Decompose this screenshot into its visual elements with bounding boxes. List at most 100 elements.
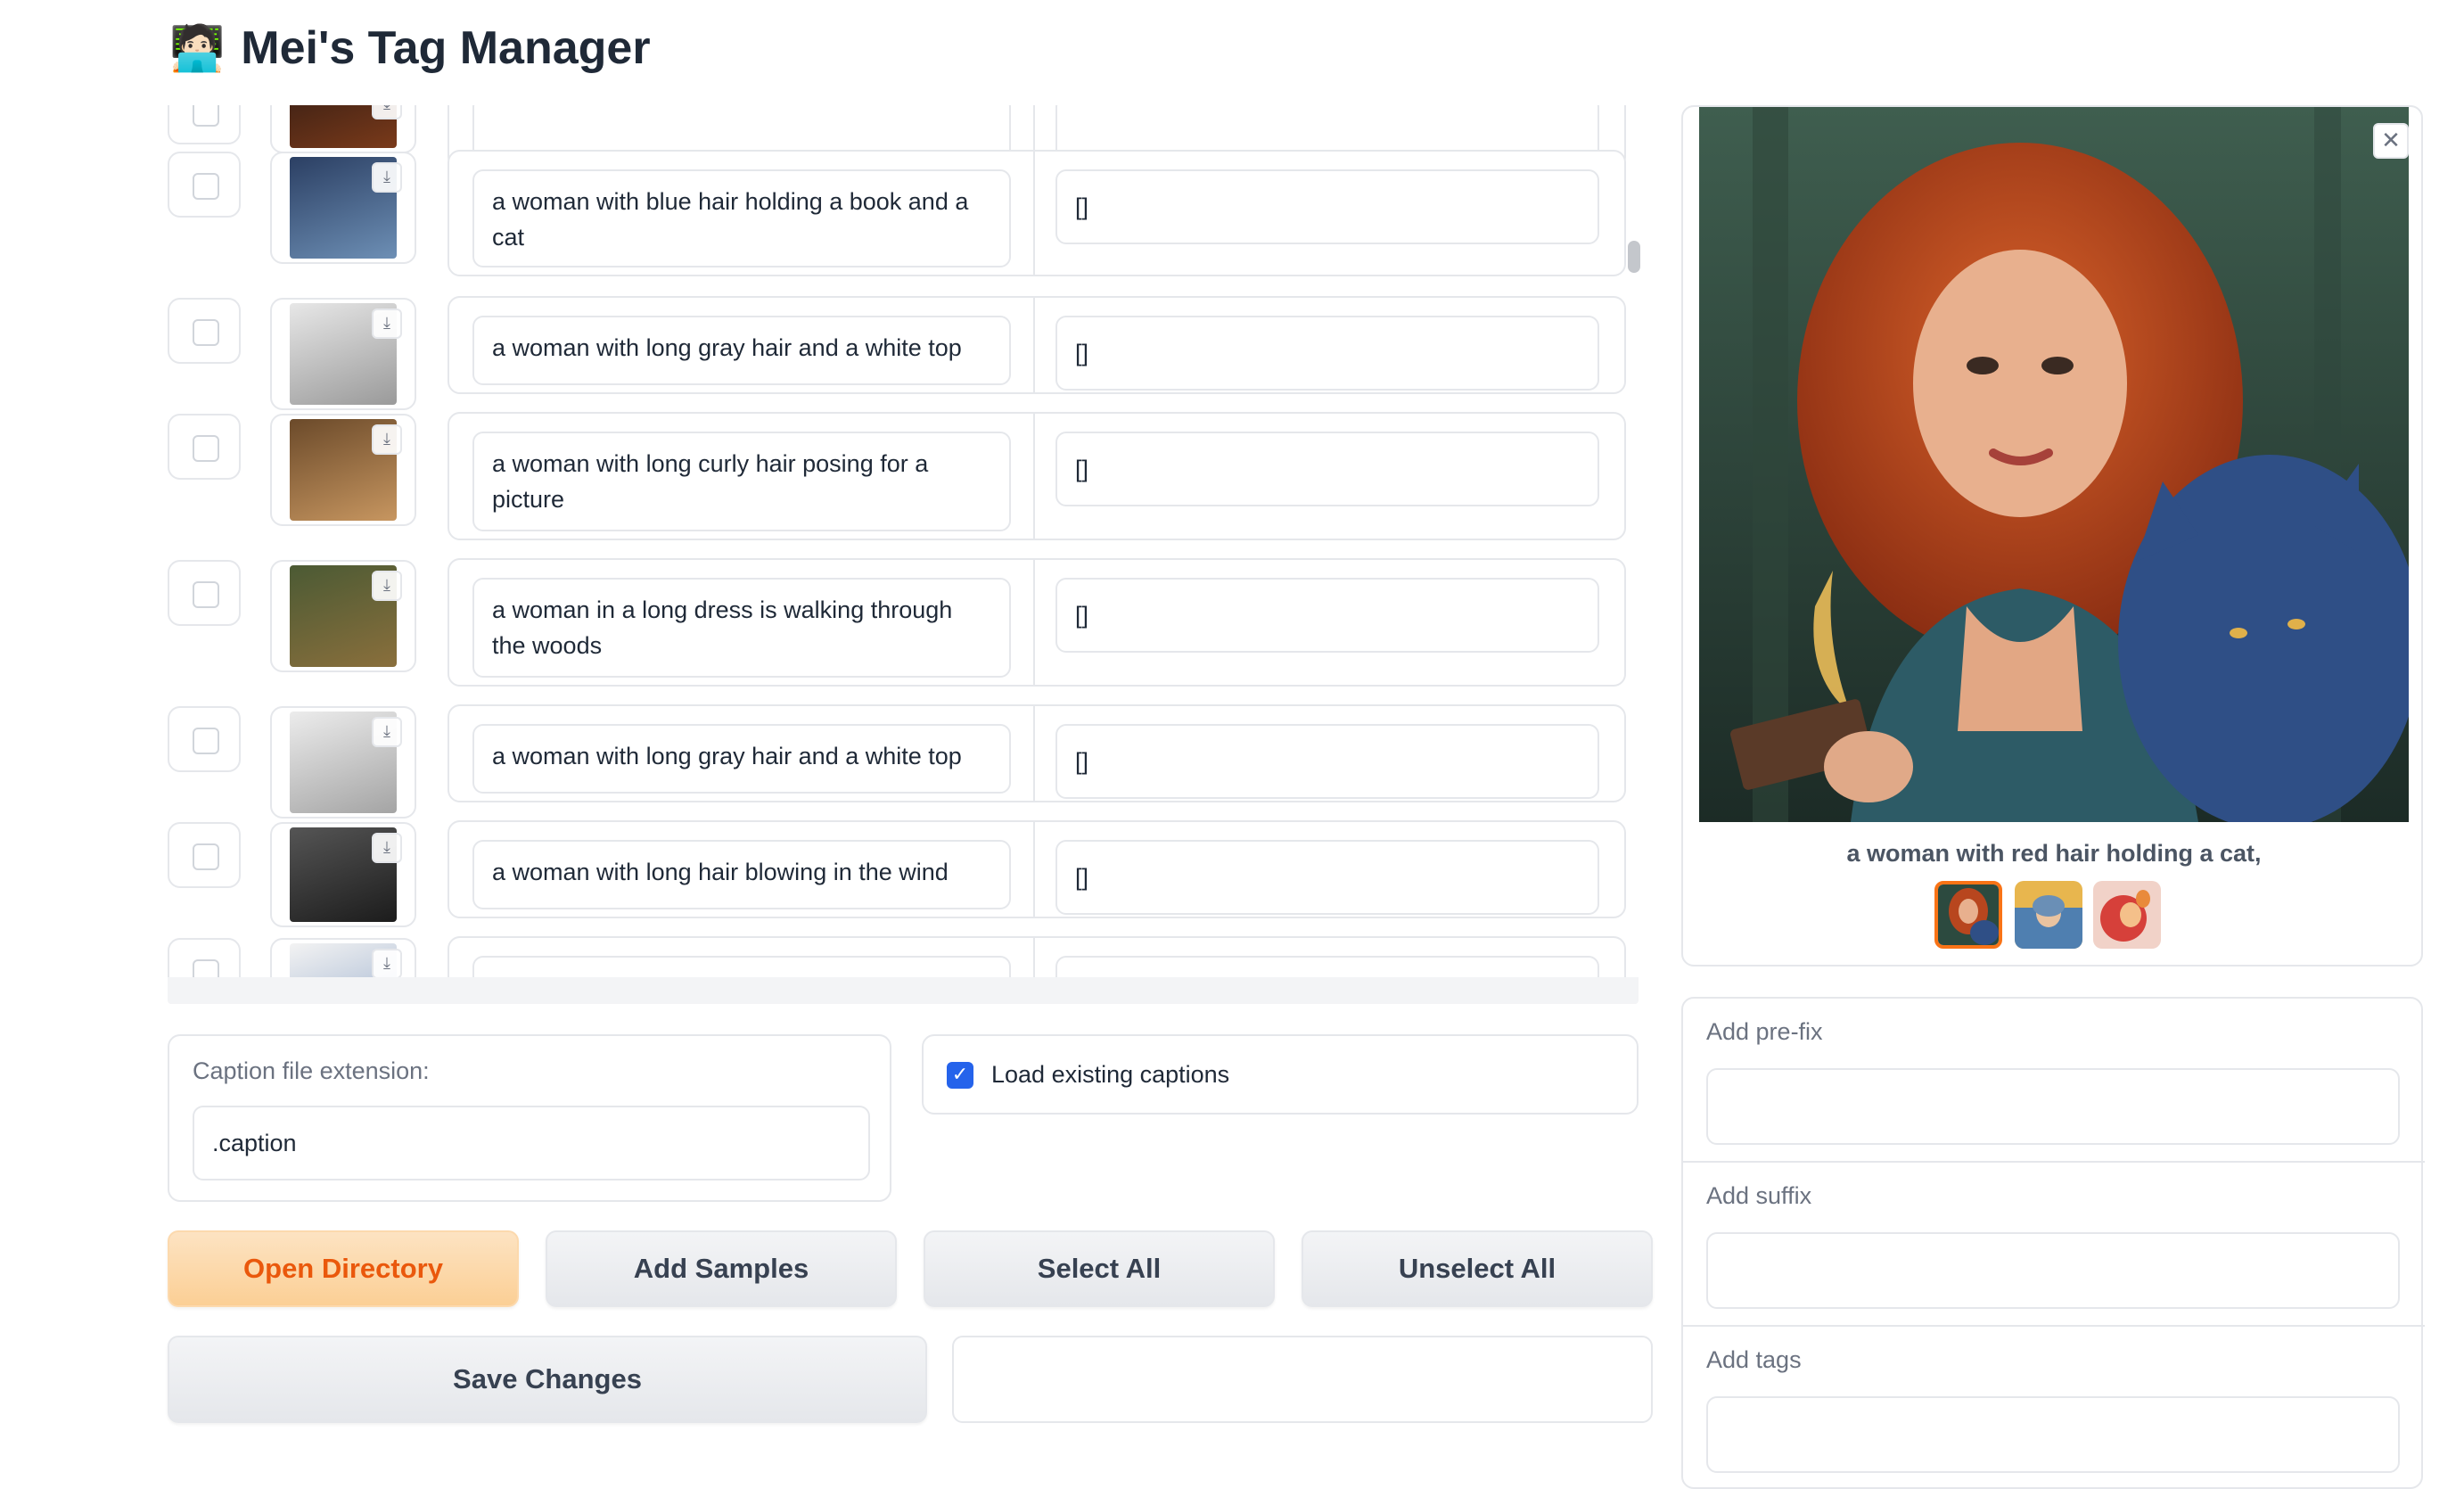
image-gallery: ✕ a woman with red hair holding a cat, [1681, 105, 2423, 967]
tags-input[interactable]: [] [1055, 578, 1599, 653]
row-select-checkbox[interactable] [168, 822, 241, 888]
load-existing-panel: ✓ Load existing captions [922, 1034, 1639, 1115]
download-icon[interactable]: ⤓ [372, 571, 402, 601]
row-select-checkbox[interactable] [168, 560, 241, 626]
load-existing-checkbox[interactable]: ✓ [947, 1061, 973, 1089]
caption-input[interactable]: a woman with long gray hair and a white … [472, 724, 1011, 794]
download-icon[interactable]: ⤓ [372, 308, 402, 339]
table-row: ⤓ a woman with long hair blowing in the w… [168, 802, 1639, 927]
add-samples-button[interactable]: Add Samples [546, 1230, 897, 1307]
checkbox-square [193, 959, 219, 977]
tag-options-panel: Add pre-fix Add suffix Add tags [1681, 997, 2425, 1489]
table-scrollbar[interactable] [1628, 241, 1640, 273]
table-row: ⤓ a woman with blue hair holding a book a… [168, 132, 1639, 276]
row-select-checkbox[interactable] [168, 414, 241, 480]
load-existing-checkbox-row[interactable]: ✓ Load existing captions [947, 1061, 1229, 1089]
checkbox-square [193, 843, 219, 870]
tags-input[interactable]: [] [1055, 432, 1599, 506]
caption-extension-panel: Caption file extension: .caption [168, 1034, 891, 1202]
load-existing-label: Load existing captions [991, 1061, 1230, 1088]
checkbox-square [193, 435, 219, 462]
gallery-main-image [1699, 107, 2409, 822]
column-divider [1033, 938, 1035, 977]
row-cells: a woman with blue hair holding a book an… [448, 150, 1626, 276]
caption-extension-label: Caption file extension: [193, 1057, 430, 1084]
tags-input[interactable] [1706, 1396, 2400, 1473]
download-icon[interactable]: ⤓ [372, 717, 402, 747]
column-divider [1033, 298, 1035, 392]
suffix-label: Add suffix [1706, 1182, 1812, 1209]
checkbox-square [193, 173, 219, 200]
column-divider [1033, 414, 1035, 539]
divider [1683, 1161, 2425, 1163]
suffix-input[interactable] [1706, 1232, 2400, 1309]
tags-input[interactable]: [] [1055, 724, 1599, 799]
checkbox-square [193, 319, 219, 346]
tags-input[interactable]: [] [1055, 169, 1599, 244]
row-select-checkbox[interactable] [168, 706, 241, 772]
row-thumbnail[interactable]: ⤓ [270, 938, 416, 977]
row-cells: a woman with long curly hair posing for … [448, 412, 1626, 540]
column-divider [1033, 706, 1035, 801]
gallery-caption: a woman with red hair holding a cat, [1846, 840, 2262, 867]
download-icon[interactable]: ⤓ [372, 949, 402, 977]
caption-input[interactable]: a woman with long curly hair posing for … [472, 432, 1011, 531]
unselect-all-button[interactable]: Unselect All [1302, 1230, 1653, 1307]
technologist-emoji-icon: 🧑🏻‍💻 [169, 21, 226, 74]
thumbnail-art [2093, 881, 2161, 949]
row-thumbnail[interactable]: ⤓ [270, 560, 416, 672]
main-image-art [1699, 107, 2409, 822]
gallery-thumbnail-3[interactable] [2093, 881, 2161, 949]
row-cells: a woman in a long dress is walking throu… [448, 558, 1626, 687]
column-divider [1033, 822, 1035, 917]
select-all-button[interactable]: Select All [924, 1230, 1275, 1307]
gallery-thumbnail-1[interactable] [1934, 881, 2002, 949]
download-icon[interactable]: ⤓ [372, 162, 402, 193]
row-thumbnail[interactable]: ⤓ [270, 822, 416, 927]
download-icon[interactable]: ⤓ [372, 424, 402, 455]
app-header: 🧑🏻‍💻 Mei's Tag Manager [169, 12, 651, 84]
checkbox-square [193, 728, 219, 754]
table-row: ⤓ a woman with long gray hair and a white… [168, 687, 1639, 819]
row-cells: a woman with long gray hair and a white … [448, 296, 1626, 394]
row-cells: a woman with long gray hair and a white … [448, 704, 1626, 802]
download-icon[interactable]: ⤓ [372, 833, 402, 863]
table-row: ⤓ a woman with long curly hair posing for… [168, 394, 1639, 540]
checkbox-square [193, 581, 219, 608]
save-changes-button[interactable]: Save Changes [168, 1336, 927, 1423]
row-select-checkbox[interactable] [168, 298, 241, 364]
gallery-thumbnail-2[interactable] [2015, 881, 2082, 949]
caption-input[interactable]: a woman with blue hair holding a book an… [472, 169, 1011, 267]
caption-input[interactable]: a woman in a long dress is walking throu… [472, 578, 1011, 678]
caption-input[interactable]: a woman with long hair blowing in the wi… [472, 840, 1011, 909]
thumbnail-art [1938, 884, 1999, 945]
download-icon[interactable]: ⤓ [372, 105, 402, 119]
row-cells: a woman with long hair blowing in the wi… [448, 820, 1626, 918]
tags-input[interactable]: [] [1055, 316, 1599, 391]
thumbnail-art [2015, 881, 2082, 949]
table-row: ⤓ a woman with long gray hair and a white… [168, 278, 1639, 410]
prefix-label: Add pre-fix [1706, 1018, 1823, 1045]
row-cells: a woman with white hair and blue eyes [] [448, 936, 1626, 977]
table-viewport[interactable]: ⤓ ⤓ a woman with blue hair holding a book … [168, 105, 1639, 977]
divider [1683, 1325, 2425, 1327]
row-thumbnail[interactable]: ⤓ [270, 414, 416, 526]
page-title: Mei's Tag Manager [241, 22, 651, 74]
caption-table: ⤓ ⤓ a woman with blue hair holding a book … [168, 105, 1639, 1004]
status-output [952, 1336, 1653, 1423]
tags-input[interactable]: [] [1055, 956, 1599, 977]
prefix-input[interactable] [1706, 1068, 2400, 1145]
table-row: ⤓ a woman in a long dress is walking thro… [168, 540, 1639, 687]
row-thumbnail[interactable]: ⤓ [270, 152, 416, 264]
close-icon[interactable]: ✕ [2373, 123, 2409, 159]
column-divider [1033, 560, 1035, 685]
check-icon: ✓ [951, 1064, 969, 1086]
caption-input[interactable]: a woman with white hair and blue eyes [472, 956, 1011, 977]
caption-input[interactable]: a woman with long gray hair and a white … [472, 316, 1011, 385]
caption-extension-input[interactable]: .caption [193, 1106, 870, 1181]
row-select-checkbox[interactable] [168, 938, 241, 977]
column-divider [1033, 152, 1035, 275]
row-select-checkbox[interactable] [168, 152, 241, 218]
open-directory-button[interactable]: Open Directory [168, 1230, 519, 1307]
tags-input[interactable]: [] [1055, 840, 1599, 915]
